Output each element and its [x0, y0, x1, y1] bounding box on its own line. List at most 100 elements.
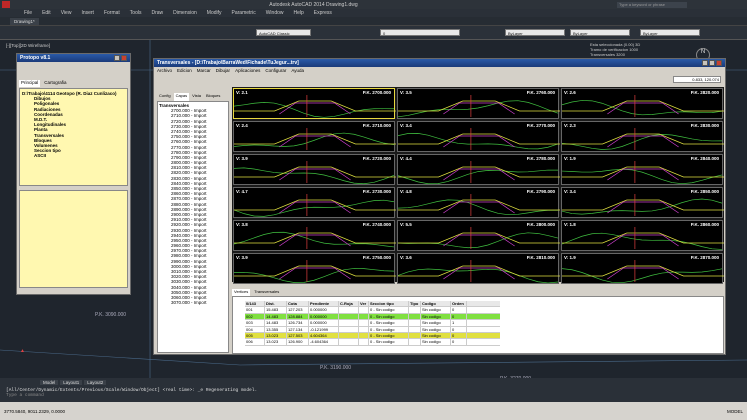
- table-cell[interactable]: [339, 339, 359, 345]
- table-cell[interactable]: 126.734: [287, 320, 309, 326]
- table-cell[interactable]: Sin codigo: [421, 313, 451, 320]
- close-button[interactable]: [121, 55, 127, 61]
- table-cell[interactable]: 0: [451, 326, 467, 332]
- table-cell[interactable]: [359, 332, 369, 339]
- section-panel[interactable]: V: 4.4 P.K. 2780.000: [397, 154, 560, 185]
- tree-item[interactable]: ASCII: [22, 153, 125, 158]
- trans-menu-item[interactable]: Archivo: [157, 68, 172, 73]
- app-logo-icon[interactable]: [2, 1, 10, 8]
- tab-drawing1[interactable]: Drawing1*: [10, 18, 39, 25]
- column-header[interactable]: Ver: [359, 301, 369, 307]
- table-cell[interactable]: 0 - Sin codigo: [369, 332, 409, 339]
- table-cell[interactable]: 15.483: [265, 307, 287, 313]
- table-cell[interactable]: [339, 332, 359, 339]
- minimize-button[interactable]: [702, 60, 708, 66]
- left-tab[interactable]: Vista: [190, 93, 203, 101]
- tab-cartografia[interactable]: Cartografia: [42, 80, 68, 87]
- section-panel[interactable]: V: 4.8 P.K. 2790.000: [397, 187, 560, 218]
- menu-item[interactable]: Modify: [207, 10, 222, 16]
- table-cell[interactable]: 13.023: [265, 339, 287, 345]
- table-cell[interactable]: [359, 320, 369, 326]
- table-cell[interactable]: Sin codigo: [421, 339, 451, 345]
- table-cell[interactable]: 0: [451, 332, 467, 339]
- section-row[interactable]: 3070.000 - Import: [159, 300, 227, 305]
- table-cell[interactable]: [409, 313, 421, 320]
- table-cell[interactable]: -0.121999: [309, 326, 339, 332]
- menu-item[interactable]: Tools: [130, 10, 142, 16]
- table-cell[interactable]: 0.000000: [309, 307, 339, 313]
- menu-item[interactable]: Parametric: [232, 10, 256, 16]
- trans-menu-item[interactable]: Edicion: [177, 68, 192, 73]
- table-cell[interactable]: 0: [451, 307, 467, 313]
- section-panel[interactable]: V: 3.9 P.K. 2720.000: [233, 154, 396, 185]
- table-cell[interactable]: 0: [451, 339, 467, 345]
- trans-titlebar[interactable]: Transversales - [D:\Trabajo\BarraWed\Fic…: [154, 59, 725, 67]
- section-panel[interactable]: V: 1.9 P.K. 2870.000: [561, 253, 724, 284]
- table-cell[interactable]: 006: [245, 339, 265, 345]
- table-cell[interactable]: [409, 326, 421, 332]
- table-cell[interactable]: 002: [245, 313, 265, 320]
- trans-menu-item[interactable]: Ayuda: [291, 68, 304, 73]
- table-cell[interactable]: [359, 313, 369, 320]
- layer-select[interactable]: 0: [380, 29, 460, 36]
- section-panel[interactable]: V: 2.1 P.K. 2700.000: [233, 88, 396, 119]
- column-header[interactable]: Cota: [287, 301, 309, 307]
- section-panel[interactable]: V: 1.9 P.K. 2840.000: [561, 154, 724, 185]
- menu-item[interactable]: Window: [266, 10, 284, 16]
- table-cell[interactable]: Sin codigo: [421, 332, 451, 339]
- menu-item[interactable]: Format: [104, 10, 120, 16]
- left-tab[interactable]: Config: [157, 93, 173, 101]
- table-cell[interactable]: [339, 326, 359, 332]
- lineweight-select[interactable]: ByLayer: [640, 29, 700, 36]
- layout-tab[interactable]: Layout2: [84, 380, 107, 385]
- maximize-button[interactable]: [709, 60, 715, 66]
- table-cell[interactable]: 0: [451, 313, 467, 320]
- command-line[interactable]: [All/Center/Dynamic/Extents/Previous/Sca…: [0, 387, 747, 402]
- section-panel[interactable]: V: 3.6 P.K. 2810.000: [397, 253, 560, 284]
- table-cell[interactable]: 0.000000: [309, 313, 339, 320]
- section-panel[interactable]: V: 2.6 P.K. 2820.000: [561, 88, 724, 119]
- table-cell[interactable]: [359, 339, 369, 345]
- table-cell[interactable]: [409, 307, 421, 313]
- tab-transversales[interactable]: Transversales: [252, 289, 281, 296]
- table-cell[interactable]: Sin codigo: [421, 326, 451, 332]
- table-cell[interactable]: 13.355: [265, 326, 287, 332]
- left-tab[interactable]: Capas: [173, 93, 190, 101]
- table-row[interactable]: 006 13.023 126.900 -4.604364 0 - Sin codigo S…: [245, 339, 500, 346]
- layout-tab[interactable]: Layout1: [60, 380, 83, 385]
- table-cell[interactable]: 0.000000: [309, 320, 339, 326]
- table-cell[interactable]: [339, 313, 359, 320]
- section-panel[interactable]: V: 3.4 P.K. 2770.000: [397, 121, 560, 152]
- table-cell[interactable]: 14.483: [265, 313, 287, 320]
- table-cell[interactable]: 128.884: [287, 313, 309, 320]
- column-header[interactable]: Dist.: [265, 301, 287, 307]
- protopo-titlebar[interactable]: Protopo v8.1: [17, 54, 130, 62]
- column-header[interactable]: Orden: [451, 301, 467, 307]
- section-panel[interactable]: V: 3.4 P.K. 2850.000: [561, 187, 724, 218]
- sections-tree[interactable]: Transversales 2700.000 - Import 2710.000 -…: [157, 101, 229, 353]
- section-panel[interactable]: V: 2.3 P.K. 2830.000: [561, 121, 724, 152]
- table-cell[interactable]: Sin codigo: [421, 320, 451, 326]
- section-panel[interactable]: V: 3.9 P.K. 2750.000: [233, 253, 396, 284]
- trans-menu-item[interactable]: Dibujar: [216, 68, 230, 73]
- vertices-table[interactable]: 0/143 Dist. Cota Pendiente C.Roja Ver Seccion …: [245, 301, 500, 346]
- tab-principal[interactable]: Principal: [19, 80, 41, 87]
- menu-item[interactable]: View: [61, 10, 72, 16]
- section-panel[interactable]: V: 4.7 P.K. 2730.000: [233, 187, 396, 218]
- left-tab[interactable]: Bloques: [203, 93, 223, 101]
- color-select[interactable]: ByLayer: [505, 29, 565, 36]
- menu-item[interactable]: File: [24, 10, 32, 16]
- table-cell[interactable]: 127.203: [287, 307, 309, 313]
- table-cell[interactable]: [409, 339, 421, 345]
- linetype-select[interactable]: ByLayer: [570, 29, 630, 36]
- search-box[interactable]: Type a keyword or phrase: [617, 1, 687, 8]
- table-cell[interactable]: 0 - Sin codigo: [369, 313, 409, 320]
- table-cell[interactable]: 001: [245, 307, 265, 313]
- viewport-label[interactable]: [-][Top][2D Wireframe]: [6, 43, 50, 48]
- trans-menu-item[interactable]: Aplicaciones: [235, 68, 260, 73]
- section-panel[interactable]: V: 5.5 P.K. 2800.000: [397, 220, 560, 251]
- column-header[interactable]: Seccion tipo: [369, 301, 409, 307]
- table-cell[interactable]: 126.900: [287, 339, 309, 345]
- table-cell[interactable]: [359, 307, 369, 313]
- table-cell[interactable]: 003: [245, 320, 265, 326]
